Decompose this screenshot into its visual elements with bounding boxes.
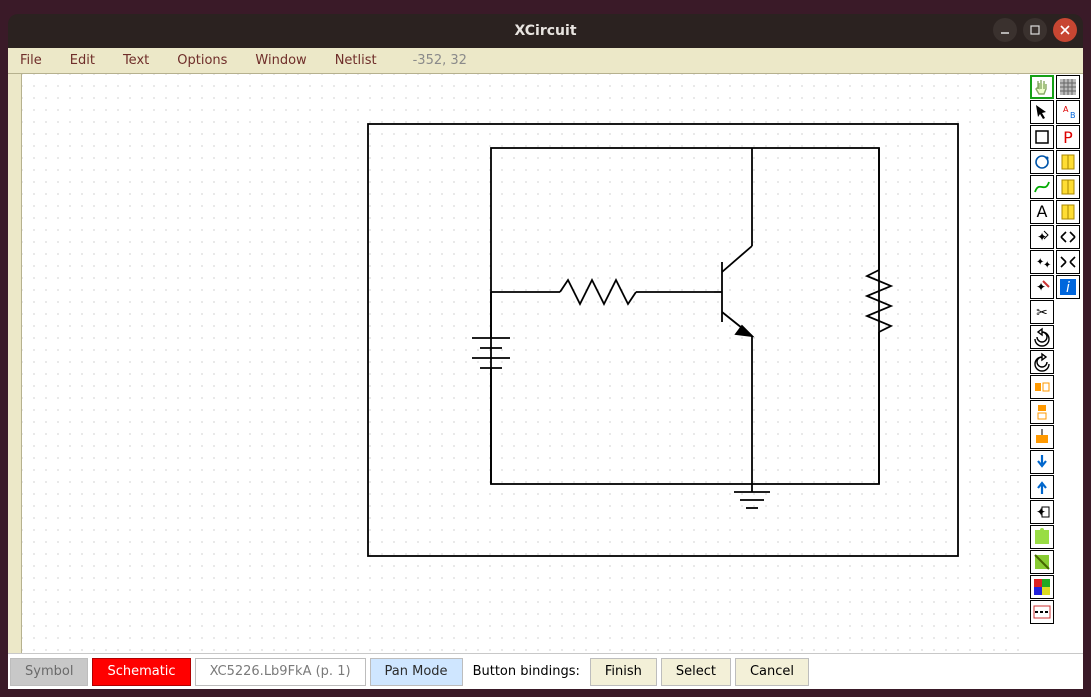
zoom-out-icon[interactable] — [1056, 225, 1080, 249]
text-A-icon[interactable]: A — [1030, 200, 1054, 224]
box-icon[interactable] — [1030, 125, 1054, 149]
library-1-icon[interactable] — [1056, 150, 1080, 174]
button-bindings-label: Button bindings: — [467, 664, 586, 679]
help-info-icon[interactable]: i — [1056, 275, 1080, 299]
svg-text:A: A — [1063, 105, 1069, 114]
param-P-icon[interactable]: P — [1056, 125, 1080, 149]
svg-text:A: A — [1037, 202, 1048, 221]
schematic-drawing — [22, 74, 1027, 653]
spline-icon[interactable] — [1030, 175, 1054, 199]
maximize-button[interactable] — [1023, 18, 1047, 42]
library-3-icon[interactable] — [1056, 200, 1080, 224]
rotate-cw-icon[interactable] — [1030, 325, 1054, 349]
rotate-ccw-icon[interactable] — [1030, 350, 1054, 374]
titlebar: XCircuit — [8, 14, 1083, 48]
menu-window[interactable]: Window — [255, 53, 306, 68]
edit-star-icon[interactable]: ✦ — [1030, 275, 1054, 299]
zoom-in-icon[interactable] — [1056, 250, 1080, 274]
close-button[interactable] — [1053, 18, 1077, 42]
svg-text:✦: ✦ — [1043, 260, 1051, 271]
svg-text:B: B — [1070, 111, 1076, 120]
finish-button[interactable]: Finish — [590, 658, 657, 686]
puzzle-green-icon[interactable] — [1030, 525, 1054, 549]
window-title: XCircuit — [514, 23, 576, 39]
flip-h-orange-icon[interactable] — [1030, 375, 1054, 399]
param-AB-icon[interactable]: AB — [1056, 100, 1080, 124]
menu-text[interactable]: Text — [123, 53, 149, 68]
colors-palette-icon[interactable] — [1030, 575, 1054, 599]
menubar: File Edit Text Options Window Netlist -3… — [8, 48, 1083, 74]
drawing-canvas[interactable] — [22, 74, 1027, 653]
unjoin-green-icon[interactable] — [1030, 550, 1054, 574]
page-file-label: XC5226.Lb9FkA (p. 1) — [195, 658, 366, 686]
app-window: File Edit Text Options Window Netlist -3… — [8, 48, 1083, 689]
move-star-icon[interactable]: ✦ — [1030, 225, 1054, 249]
cursor-coords: -352, 32 — [413, 53, 467, 68]
schematic-mode-button[interactable]: Schematic — [92, 658, 190, 686]
left-margin-strip — [8, 74, 22, 653]
down-blue-arrow-icon[interactable] — [1030, 450, 1054, 474]
symbol-mode-button[interactable]: Symbol — [10, 658, 88, 686]
cancel-button[interactable]: Cancel — [735, 658, 809, 686]
menu-file[interactable]: File — [20, 53, 42, 68]
menu-edit[interactable]: Edit — [70, 53, 95, 68]
copy-star-icon[interactable]: ✦✦ — [1030, 250, 1054, 274]
svg-text:✂: ✂ — [1036, 305, 1048, 321]
menu-netlist[interactable]: Netlist — [335, 53, 377, 68]
minimize-button[interactable] — [993, 18, 1017, 42]
arrow-select-icon[interactable] — [1030, 100, 1054, 124]
push-orange-icon[interactable] — [1030, 425, 1054, 449]
make-object-icon[interactable]: ✦ — [1030, 500, 1054, 524]
arc-icon[interactable] — [1030, 150, 1054, 174]
fill-grid-icon[interactable] — [1056, 75, 1080, 99]
pan-hand-icon[interactable] — [1030, 75, 1054, 99]
svg-text:i: i — [1066, 280, 1070, 296]
tool-column-left: A✦✦✦✦✂✦ — [1029, 74, 1055, 653]
library-2-icon[interactable] — [1056, 175, 1080, 199]
statusbar: Symbol Schematic XC5226.Lb9FkA (p. 1) Pa… — [8, 653, 1083, 689]
tool-column-right: ABPi — [1055, 74, 1081, 653]
dashline-icon[interactable] — [1030, 600, 1054, 624]
up-blue-arrow-icon[interactable] — [1030, 475, 1054, 499]
delete-scissors-icon[interactable]: ✂ — [1030, 300, 1054, 324]
flip-v-orange-icon[interactable] — [1030, 400, 1054, 424]
select-button[interactable]: Select — [661, 658, 731, 686]
pan-mode-button[interactable]: Pan Mode — [370, 658, 463, 686]
svg-text:P: P — [1063, 128, 1073, 147]
menu-options[interactable]: Options — [177, 53, 227, 68]
